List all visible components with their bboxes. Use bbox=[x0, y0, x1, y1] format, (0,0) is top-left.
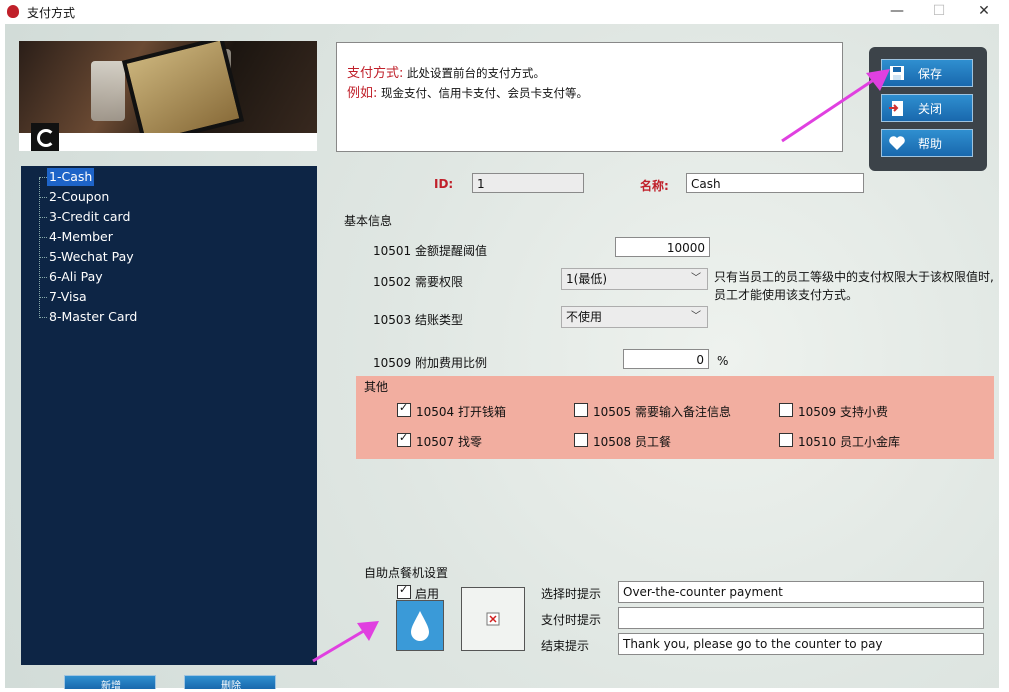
close-button[interactable]: 关闭 bbox=[881, 94, 973, 122]
c10510-checkbox[interactable] bbox=[779, 433, 793, 447]
f10502-note-2: 员工才能使用该支付方式。 bbox=[714, 288, 859, 302]
c10509-label: 10509 支持小费 bbox=[798, 405, 888, 419]
tree-connector bbox=[39, 177, 47, 178]
tree-item-ali-pay[interactable]: 6-Ali Pay bbox=[47, 268, 105, 286]
heart-icon bbox=[889, 136, 905, 150]
tree-connector bbox=[39, 277, 47, 278]
chevron-down-icon: ﹀ bbox=[691, 311, 701, 322]
f10502-select[interactable]: 1(最低) ﹀ bbox=[561, 268, 708, 290]
kiosk-heading: 自助点餐机设置 bbox=[364, 566, 449, 580]
end-prompt-field[interactable]: Thank you, please go to the counter to p… bbox=[618, 633, 984, 655]
exit-icon bbox=[889, 101, 903, 116]
add-label: 新增 bbox=[101, 681, 121, 692]
c10507-checkbox[interactable] bbox=[397, 431, 411, 447]
glass-shape bbox=[91, 61, 125, 121]
percent-unit: % bbox=[717, 354, 729, 368]
c10508-label: 10508 员工餐 bbox=[593, 435, 671, 449]
f10501-label: 10501 金额提醒阈值 bbox=[373, 244, 487, 258]
tree-connector bbox=[39, 217, 47, 218]
description-text: 此处设置前台的支付方式。 bbox=[407, 66, 546, 80]
water-drop-icon bbox=[411, 611, 429, 641]
select-prompt-label: 选择时提示 bbox=[541, 587, 602, 601]
maximize-button[interactable]: ☐ bbox=[917, 0, 961, 24]
description-line-1: 支付方式: 此处设置前台的支付方式。 bbox=[347, 62, 545, 81]
delete-label: 删除 bbox=[221, 681, 241, 692]
basic-info-heading: 基本信息 bbox=[344, 214, 393, 228]
tree-connector bbox=[39, 197, 47, 198]
minimize-button[interactable]: — bbox=[875, 0, 919, 24]
add-button[interactable]: 新增 bbox=[64, 675, 156, 692]
c10507-label: 10507 找零 bbox=[416, 435, 482, 449]
help-label: 帮助 bbox=[918, 137, 943, 151]
f10502-value: 1(最低) bbox=[566, 272, 607, 286]
save-button[interactable]: 保存 bbox=[881, 59, 973, 87]
f10509-field[interactable]: 0 bbox=[623, 349, 709, 369]
tree-connector bbox=[39, 237, 47, 238]
description-key: 例如: bbox=[347, 86, 378, 101]
description-line-2: 例如: 现金支付、信用卡支付、会员卡支付等。 bbox=[347, 82, 588, 101]
c10505-label: 10505 需要输入备注信息 bbox=[593, 405, 731, 419]
save-label: 保存 bbox=[918, 67, 943, 81]
pay-prompt-field[interactable] bbox=[618, 607, 984, 629]
c10504-label: 10504 打开钱箱 bbox=[416, 405, 506, 419]
title-bar: 支付方式 — ☐ ✕ bbox=[0, 0, 1009, 24]
tree-connector bbox=[39, 297, 47, 298]
banner-band bbox=[19, 133, 317, 151]
description-key: 支付方式: bbox=[347, 66, 404, 81]
window-title: 支付方式 bbox=[27, 6, 76, 20]
tree-item-cash[interactable]: 1-Cash bbox=[47, 168, 95, 186]
f10503-label: 10503 结账类型 bbox=[373, 313, 463, 327]
f10501-field[interactable]: 10000 bbox=[615, 237, 710, 257]
description-text: 现金支付、信用卡支付、会员卡支付等。 bbox=[381, 86, 589, 100]
f10509-label: 10509 附加费用比例 bbox=[373, 356, 487, 370]
delete-button[interactable]: 删除 bbox=[184, 675, 276, 692]
end-prompt-label: 结束提示 bbox=[541, 639, 590, 653]
chevron-down-icon: ﹀ bbox=[691, 273, 701, 284]
c10510-label: 10510 员工小金库 bbox=[798, 435, 900, 449]
payment-tree[interactable]: 1-Cash 2-Coupon 3-Credit card 4-Member 5… bbox=[21, 166, 317, 665]
app-icon bbox=[7, 5, 19, 18]
f10502-note-1: 只有当员工的员工等级中的支付权限大于该权限值时, bbox=[714, 270, 994, 284]
pay-prompt-label: 支付时提示 bbox=[541, 613, 602, 627]
tree-item-visa[interactable]: 7-Visa bbox=[47, 288, 89, 306]
other-heading: 其他 bbox=[364, 380, 389, 394]
close-label: 关闭 bbox=[918, 102, 943, 116]
c10504-checkbox[interactable] bbox=[397, 401, 411, 417]
kiosk-icon-preview[interactable] bbox=[396, 600, 444, 651]
broken-image-icon bbox=[486, 612, 500, 626]
tree-item-master-card[interactable]: 8-Master Card bbox=[47, 308, 139, 326]
c10508-checkbox[interactable] bbox=[574, 433, 588, 447]
tree-item-coupon[interactable]: 2-Coupon bbox=[47, 188, 111, 206]
save-icon bbox=[890, 66, 904, 80]
name-field[interactable]: Cash bbox=[686, 173, 864, 193]
tree-connector bbox=[39, 317, 47, 318]
description-box: 支付方式: 此处设置前台的支付方式。 例如: 现金支付、信用卡支付、会员卡支付等… bbox=[336, 42, 843, 152]
kiosk-enable-checkbox[interactable] bbox=[397, 583, 411, 599]
kiosk-image-preview[interactable] bbox=[461, 587, 525, 651]
tree-item-member[interactable]: 4-Member bbox=[47, 228, 115, 246]
brand-logo-icon bbox=[31, 123, 59, 151]
tree-connector bbox=[39, 257, 47, 258]
id-label: ID: bbox=[434, 177, 454, 191]
f10502-label: 10502 需要权限 bbox=[373, 275, 463, 289]
tree-item-wechat-pay[interactable]: 5-Wechat Pay bbox=[47, 248, 136, 266]
action-panel: 保存 关闭 帮助 bbox=[869, 47, 987, 171]
f10503-select[interactable]: 不使用 ﹀ bbox=[561, 306, 708, 328]
id-field[interactable]: 1 bbox=[472, 173, 584, 193]
banner-image bbox=[19, 41, 317, 151]
select-prompt-field[interactable]: Over-the-counter payment bbox=[618, 581, 984, 603]
help-button[interactable]: 帮助 bbox=[881, 129, 973, 157]
tree-item-credit-card[interactable]: 3-Credit card bbox=[47, 208, 132, 226]
c10509-checkbox[interactable] bbox=[779, 403, 793, 417]
name-label: 名称: bbox=[640, 179, 669, 193]
c10505-checkbox[interactable] bbox=[574, 403, 588, 417]
f10503-value: 不使用 bbox=[566, 310, 603, 324]
tablet-shape bbox=[121, 41, 245, 147]
close-window-button[interactable]: ✕ bbox=[962, 0, 1006, 24]
